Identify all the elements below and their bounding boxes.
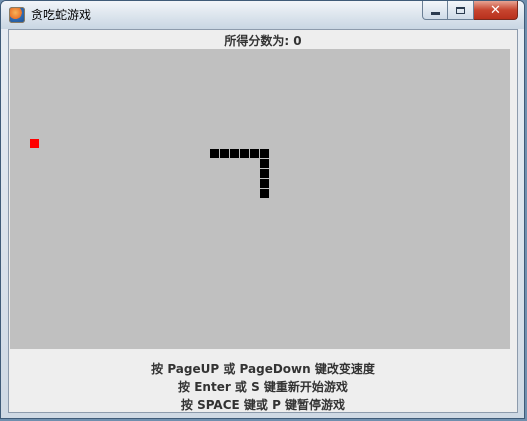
minimize-button[interactable] [422, 1, 448, 20]
java-app-icon [9, 7, 25, 23]
app-window: 贪吃蛇游戏 ✕ 所得分数为: 0 按 PageUP 或 PageDown 键改变… [0, 0, 525, 419]
instruction-pause: 按 SPACE 键或 P 键暂停游戏 [180, 398, 346, 412]
instruction-restart: 按 Enter 或 S 键重新开始游戏 [178, 380, 348, 394]
title-bar[interactable]: 贪吃蛇游戏 ✕ [1, 1, 524, 29]
instruction-speed: 按 PageUP 或 PageDown 键改变速度 [151, 362, 375, 376]
minimize-icon [430, 11, 440, 15]
window-title: 贪吃蛇游戏 [31, 8, 92, 22]
snake-segment [260, 149, 269, 158]
game-board[interactable] [10, 49, 510, 349]
window-controls: ✕ [422, 1, 518, 21]
maximize-button[interactable] [448, 1, 474, 20]
snake-segment [260, 159, 269, 168]
maximize-icon [456, 6, 465, 14]
game-panel: 所得分数为: 0 按 PageUP 或 PageDown 键改变速度 按 Ent… [8, 29, 518, 413]
snake-segment [230, 149, 239, 158]
snake-segment [240, 149, 249, 158]
food-cell [30, 139, 39, 148]
snake-segment [260, 179, 269, 188]
snake-segment [260, 189, 269, 198]
close-button[interactable]: ✕ [474, 1, 518, 20]
snake-segment [220, 149, 229, 158]
snake-segment [260, 169, 269, 178]
close-icon: ✕ [490, 2, 501, 18]
snake-segment [210, 149, 219, 158]
instructions: 按 PageUP 或 PageDown 键改变速度 按 Enter 或 S 键重… [9, 360, 517, 414]
snake-segment [250, 149, 259, 158]
score-label: 所得分数为: 0 [224, 34, 302, 48]
